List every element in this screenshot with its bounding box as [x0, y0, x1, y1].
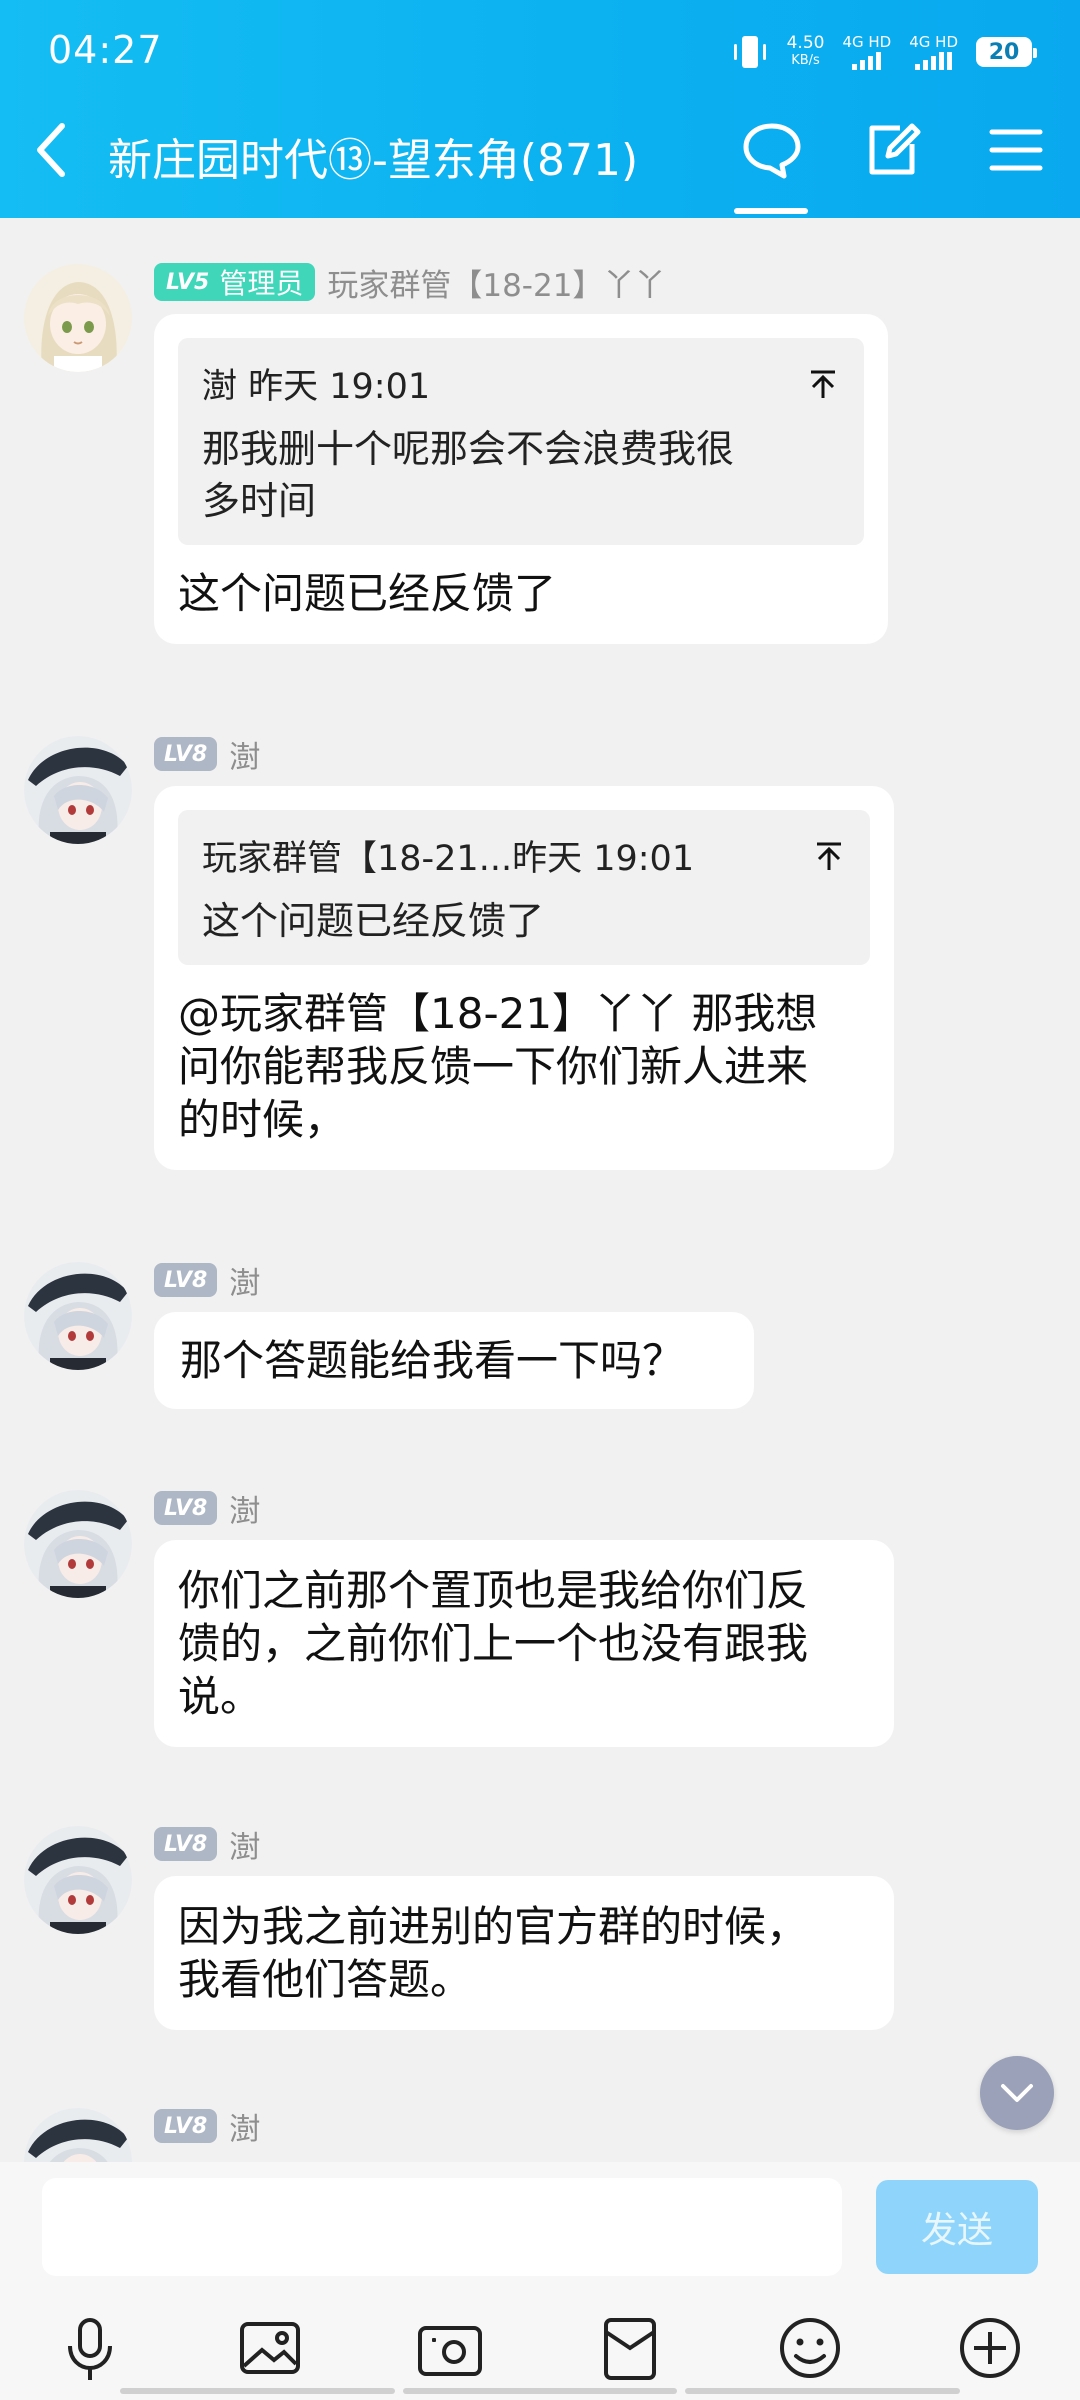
sim2-label: 4G HD: [909, 33, 958, 51]
chat-header: 04:27 4.50 KB/s 4G HD 4G HD 20 新庄园时代⑬-望东…: [0, 0, 1080, 218]
input-area: 发送: [0, 2162, 1080, 2400]
message-text: 你们之前那个置顶也是我给你们反 馈的，之前你们上一个也没有跟我 说。: [178, 1566, 809, 1721]
input-toolbar: [0, 2310, 1080, 2390]
message-text: 因为我之前进别的官方群的时候， 我看他们答题。: [178, 1902, 809, 2004]
level-label: LV5: [166, 269, 210, 295]
avatar[interactable]: [24, 1490, 132, 1598]
message-meta: LV8 澍: [154, 1486, 260, 1531]
message-meta: LV8 澍: [154, 1822, 260, 1867]
quoted-message[interactable]: 玩家群管【18-21...昨天 19:01 这个问题已经反馈了: [178, 810, 870, 965]
message-text: @玩家群管【18-21】丫丫 那我想 问你能帮我反馈一下你们新人进来 的时候，: [178, 989, 818, 1144]
chevron-down-icon: [1001, 2084, 1033, 2102]
sim1-label: 4G HD: [842, 33, 892, 51]
sender-name[interactable]: 澍: [229, 1822, 260, 1867]
message-meta: LV8 澍: [154, 2104, 260, 2149]
back-button[interactable]: [30, 120, 74, 180]
signal-bars-icon: [852, 52, 882, 70]
quote-author-time: 玩家群管【18-21...昨天 19:01: [202, 830, 694, 881]
admin-badge: LV5 管理员: [154, 263, 316, 301]
send-button[interactable]: 发送: [876, 2180, 1038, 2274]
battery-level: 20: [988, 39, 1020, 65]
jump-to-top-icon[interactable]: [812, 839, 846, 873]
network-speed: 4.50 KB/s: [787, 34, 825, 70]
message-text: 那个答题能给我看一下吗？: [180, 1336, 685, 1385]
quote-author: 澍: [202, 367, 249, 407]
avatar[interactable]: [24, 1826, 132, 1934]
level-badge: LV8: [154, 1263, 218, 1297]
edit-note-icon[interactable]: [860, 118, 924, 182]
menu-icon[interactable]: [984, 118, 1048, 182]
chat-bubble-icon[interactable]: [740, 118, 804, 182]
message-meta: LV8 澍: [154, 1258, 260, 1303]
plus-icon[interactable]: [952, 2310, 1028, 2386]
active-tab-indicator: [734, 208, 808, 214]
microphone-icon[interactable]: [52, 2310, 128, 2386]
role-label: 管理员: [219, 267, 304, 300]
avatar[interactable]: [24, 736, 132, 844]
quoted-message[interactable]: 澍 昨天 19:01 那我删十个呢那会不会浪费我很 多时间: [178, 338, 864, 545]
scroll-to-bottom-button[interactable]: [980, 2056, 1054, 2130]
blonde-anime-avatar-icon: [24, 264, 132, 372]
message-meta: LV5 管理员 玩家群管【18-21】丫丫: [154, 260, 665, 305]
avatar[interactable]: [24, 2108, 132, 2162]
sender-name[interactable]: 玩家群管【18-21】丫丫: [327, 260, 665, 305]
level-badge: LV8: [154, 1827, 218, 1861]
sim2-signal: 4G HD: [909, 34, 958, 70]
message-list[interactable]: LV5 管理员 玩家群管【18-21】丫丫 澍 昨天 19:01 那我删十个呢那…: [0, 218, 1080, 2162]
silver-hair-anime-avatar-icon: [24, 736, 132, 844]
sender-name[interactable]: 澍: [229, 732, 260, 777]
quote-header: 澍 昨天 19:01: [202, 358, 840, 409]
sender-name[interactable]: 澍: [229, 2104, 260, 2149]
silver-hair-anime-avatar-icon: [24, 2108, 132, 2162]
quote-text: 这个问题已经反馈了: [202, 899, 545, 943]
quote-time: 昨天 19:01: [512, 839, 695, 879]
message-input[interactable]: [42, 2178, 842, 2276]
message-text: 这个问题已经反馈了: [178, 569, 557, 618]
quote-header: 玩家群管【18-21...昨天 19:01: [202, 830, 846, 881]
quote-text: 那我删十个呢那会不会浪费我很 多时间: [202, 427, 735, 523]
level-badge: LV8: [154, 2109, 218, 2143]
net-speed-value: 4.50: [786, 33, 825, 53]
signal-bars-icon: [915, 52, 953, 70]
quote-author-time: 澍 昨天 19:01: [202, 358, 430, 409]
battery-icon: 20: [976, 37, 1037, 67]
sender-name[interactable]: 澍: [229, 1486, 260, 1531]
message-bubble[interactable]: 因为我之前进别的官方群的时候， 我看他们答题。: [154, 1876, 894, 2030]
silver-hair-anime-avatar-icon: [24, 1262, 132, 1370]
message-bubble[interactable]: 你们之前那个置顶也是我给你们反 馈的，之前你们上一个也没有跟我 说。: [154, 1540, 894, 1747]
sim1-signal: 4G HD: [842, 34, 891, 70]
message-bubble[interactable]: 玩家群管【18-21...昨天 19:01 这个问题已经反馈了 @玩家群管【18…: [154, 786, 894, 1170]
silver-hair-anime-avatar-icon: [24, 1490, 132, 1598]
quote-author: 玩家群管【18-21...: [202, 839, 513, 879]
avatar[interactable]: [24, 1262, 132, 1370]
message-bubble[interactable]: 澍 昨天 19:01 那我删十个呢那会不会浪费我很 多时间 这个问题已经反馈了: [154, 314, 888, 644]
red-packet-icon[interactable]: [592, 2310, 668, 2386]
sender-name[interactable]: 澍: [229, 1258, 260, 1303]
nav-gesture-bar: [120, 2388, 961, 2394]
silver-hair-anime-avatar-icon: [24, 1826, 132, 1934]
level-badge: LV8: [154, 1491, 218, 1525]
avatar[interactable]: [24, 264, 132, 372]
net-speed-unit: KB/s: [791, 53, 820, 68]
camera-icon[interactable]: [412, 2310, 488, 2386]
emoji-icon[interactable]: [772, 2310, 848, 2386]
quote-time: 昨天 19:01: [248, 367, 431, 407]
message-meta: LV8 澍: [154, 732, 260, 777]
status-indicators: 4.50 KB/s 4G HD 4G HD 20: [731, 30, 1037, 74]
image-icon[interactable]: [232, 2310, 308, 2386]
message-bubble[interactable]: 那个答题能给我看一下吗？: [154, 1312, 754, 1409]
level-badge: LV8: [154, 737, 218, 771]
jump-to-top-icon[interactable]: [806, 367, 840, 401]
vibrate-icon: [733, 36, 766, 68]
chat-title[interactable]: 新庄园时代⑬-望东角(871): [108, 124, 638, 188]
status-time: 04:27: [48, 28, 163, 72]
